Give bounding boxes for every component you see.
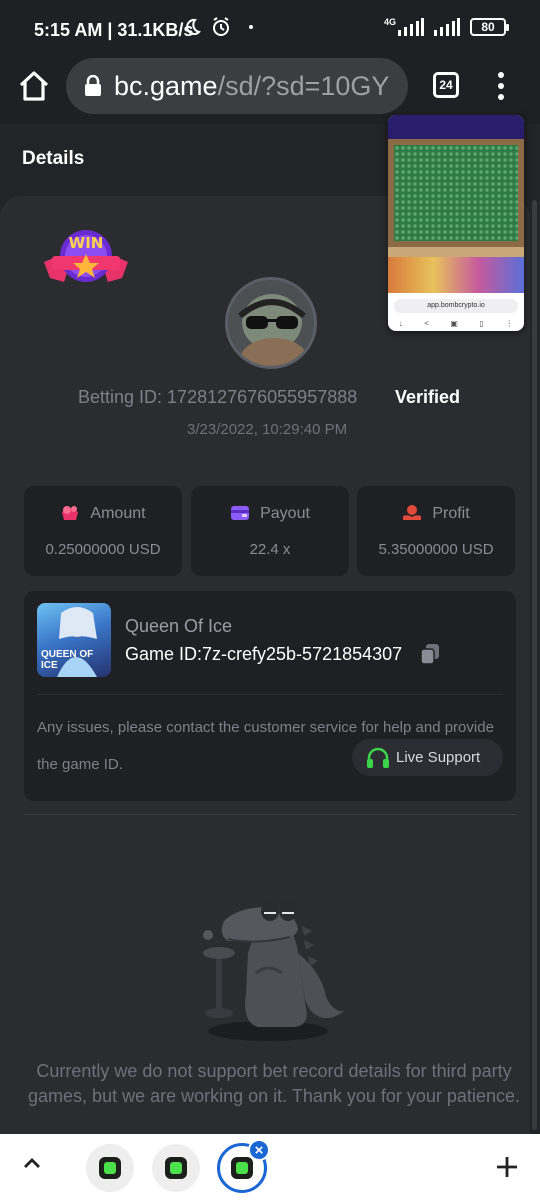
betting-id: Betting ID: 1728127676055957888 <box>78 387 358 407</box>
dot-icon <box>249 25 253 29</box>
preview-image-strip <box>388 257 524 293</box>
stat-payout: Payout 22.4 x <box>191 486 349 576</box>
live-support-button[interactable]: Live Support <box>352 739 503 776</box>
page-title: Details <box>22 148 85 169</box>
browser-toolbar: bc.game/sd/?sd=10GY 24 <box>0 56 540 124</box>
status-icons-right: 4G 80 <box>383 17 509 36</box>
game-thumb-label: QUEEN OF ICE <box>41 649 94 671</box>
wallet-icon <box>231 506 250 520</box>
network-label: 4G <box>383 17 396 27</box>
home-icon[interactable] <box>16 68 52 104</box>
win-badge-text: WIN <box>69 234 104 252</box>
stat-payout-value: 22.4 x <box>249 541 291 558</box>
floating-preview-window[interactable]: app.bombcrypto.io ↓ < ▣ ▯ ⋮ <box>388 115 524 331</box>
win-badge-icon: WIN <box>44 230 128 282</box>
preview-share-icon: < <box>424 318 429 328</box>
plus-icon[interactable] <box>496 1156 518 1178</box>
lock-icon <box>85 75 101 96</box>
hand-coins-icon <box>403 505 422 520</box>
battery-icon: 80 <box>470 18 509 36</box>
copy-icon[interactable] <box>420 643 440 665</box>
game-name[interactable]: Queen Of Ice <box>125 616 232 637</box>
moon-icon <box>186 18 201 35</box>
tab-bubble-2[interactable] <box>152 1144 200 1192</box>
game-card: QUEEN OF ICE Queen Of Ice Game ID:7z-cre… <box>24 591 516 801</box>
preview-down-icon: ↓ <box>398 318 403 328</box>
stat-amount-value: 0.25000000 USD <box>45 541 161 558</box>
third-party-notice: Currently we do not support bet record d… <box>28 1061 520 1106</box>
url-text: bc.game/sd/?sd=10GY <box>114 71 389 102</box>
chevron-up-icon[interactable] <box>22 1156 42 1170</box>
crocodile-illustration <box>203 901 344 1041</box>
section-divider <box>24 814 516 815</box>
stat-payout-label: Payout <box>191 504 349 523</box>
preview-tabs-icon: ▯ <box>479 318 484 328</box>
tab-bubble-1[interactable] <box>86 1144 134 1192</box>
alarm-icon <box>213 17 229 36</box>
signal-icon-2 <box>434 18 460 36</box>
bc-game-icon <box>99 1157 121 1179</box>
scrollbar[interactable] <box>532 200 537 1130</box>
stat-profit-label: Profit <box>357 504 515 523</box>
bc-game-icon <box>165 1157 187 1179</box>
divider <box>37 694 503 695</box>
overflow-menu-icon[interactable] <box>496 72 506 100</box>
status-time: 5:15 AM | 31.1KB/s <box>34 20 194 40</box>
stat-amount: Amount 0.25000000 USD <box>24 486 182 576</box>
signal-icon <box>398 18 424 36</box>
preview-banner <box>388 115 524 139</box>
coins-icon <box>62 506 79 520</box>
avatar[interactable] <box>225 277 317 369</box>
stat-profit-value: 5.35000000 USD <box>378 541 494 558</box>
stat-profit: Profit 5.35000000 USD <box>357 486 515 576</box>
url-bar[interactable]: bc.game/sd/?sd=10GY <box>66 58 408 114</box>
preview-tab-icon: ▣ <box>450 318 458 328</box>
url-path: /sd/?sd=10GY <box>217 70 390 101</box>
close-tab-icon[interactable]: × <box>248 1139 270 1161</box>
preview-url: app.bombcrypto.io <box>394 299 518 313</box>
headset-icon <box>367 747 389 768</box>
preview-game-board <box>388 139 524 247</box>
bet-date: 3/23/2022, 10:29:40 PM <box>187 421 348 438</box>
verified-link[interactable]: Verified <box>395 387 460 408</box>
bc-game-icon <box>231 1157 253 1179</box>
stat-amount-label: Amount <box>24 504 182 523</box>
tab-switcher-button[interactable]: 24 <box>433 72 459 98</box>
game-thumbnail[interactable]: QUEEN OF ICE <box>37 603 111 677</box>
bottom-tab-bar <box>0 1134 540 1200</box>
preview-nav: ↓ < ▣ ▯ ⋮ <box>388 315 524 331</box>
preview-menu-icon: ⋮ <box>505 318 514 328</box>
status-icons-left <box>183 17 253 37</box>
game-id: Game ID:7z-crefy25b-5721854307 <box>125 644 403 664</box>
url-host: bc.game <box>114 70 218 101</box>
live-support-label: Live Support <box>396 749 481 766</box>
status-bar: 5:15 AM | 31.1KB/s 4G 80 <box>0 0 540 56</box>
